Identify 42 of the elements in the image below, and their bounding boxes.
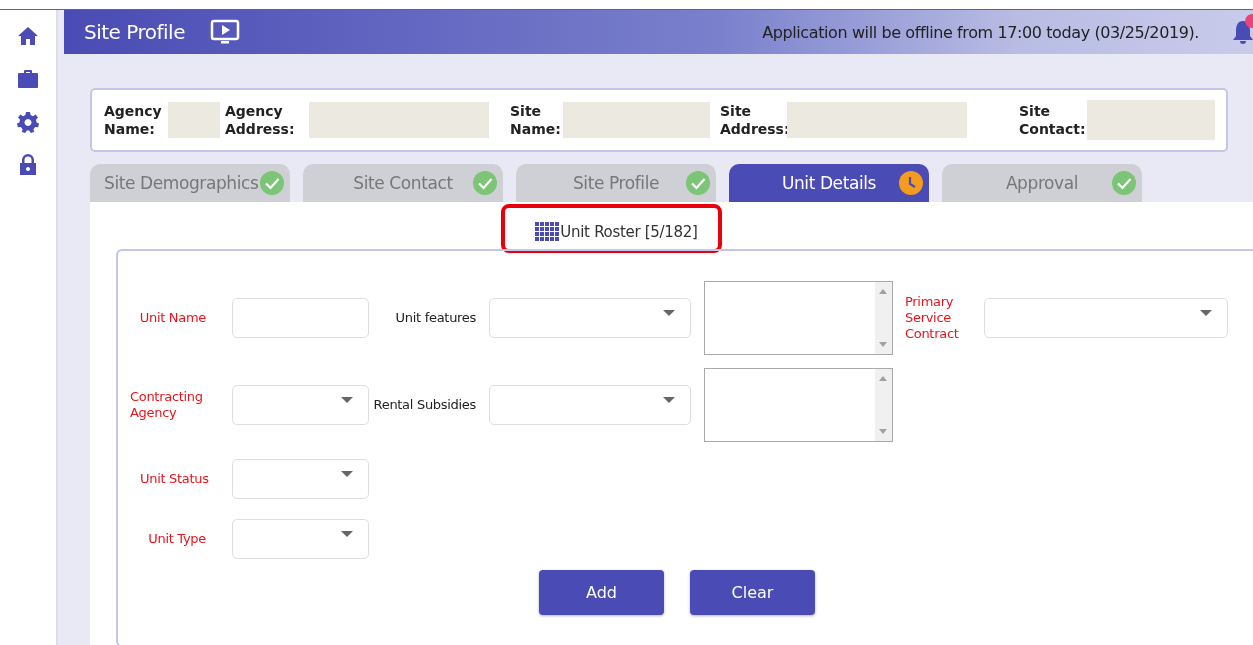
- scrollbar[interactable]: [875, 369, 892, 441]
- dropdown[interactable]: [232, 519, 369, 559]
- caret-icon: [341, 531, 353, 537]
- caret-icon: [663, 397, 675, 403]
- field-label: Site Contact:: [1019, 102, 1087, 138]
- scrollbar[interactable]: [875, 282, 892, 354]
- button[interactable]: Add: [539, 570, 664, 615]
- field-label: Site Address:: [720, 102, 787, 138]
- field-label: Unit features: [394, 310, 476, 326]
- settings-icon[interactable]: [16, 110, 40, 134]
- field-label: Agency Name:: [104, 102, 163, 138]
- dropdown[interactable]: [232, 385, 369, 425]
- dropdown[interactable]: [232, 459, 369, 499]
- unit-roster-link[interactable]: Unit Roster [5/182]: [501, 204, 722, 253]
- field-label: Unit Name: [138, 310, 207, 326]
- text-input[interactable]: [232, 298, 369, 338]
- page-title: Site Profile: [84, 20, 185, 44]
- dropdown[interactable]: [489, 385, 691, 425]
- bell-icon[interactable]: [1231, 19, 1253, 45]
- dropdown[interactable]: [984, 298, 1228, 338]
- tab[interactable]: Unit Details: [729, 164, 929, 202]
- dropdown[interactable]: [489, 298, 691, 338]
- caret-icon: [1200, 310, 1212, 316]
- text-area[interactable]: [704, 368, 893, 442]
- field-label: Primary Service Contract: [905, 294, 960, 342]
- button[interactable]: Clear: [690, 570, 815, 615]
- grid-icon: [535, 222, 561, 241]
- field-label: Site Name:: [510, 102, 562, 138]
- house-icon[interactable]: [16, 24, 40, 48]
- field-label: Contracting Agency: [129, 389, 204, 421]
- caret-icon: [663, 310, 675, 316]
- field-label: Unit Type: [147, 531, 207, 547]
- text-area[interactable]: [704, 281, 893, 355]
- field-label: Unit Status: [139, 471, 210, 487]
- caret-icon: [341, 471, 353, 477]
- redacted-value: [168, 102, 220, 138]
- offline-notice: Application will be offline from 17:00 today (03/25/2019).: [762, 22, 1199, 42]
- field-label: Rental Subsidies: [372, 397, 476, 413]
- caret-icon: [341, 397, 353, 403]
- field-label: Agency Address:: [225, 102, 296, 138]
- briefcase-icon[interactable]: [16, 67, 40, 91]
- play-screen-icon[interactable]: [209, 19, 240, 45]
